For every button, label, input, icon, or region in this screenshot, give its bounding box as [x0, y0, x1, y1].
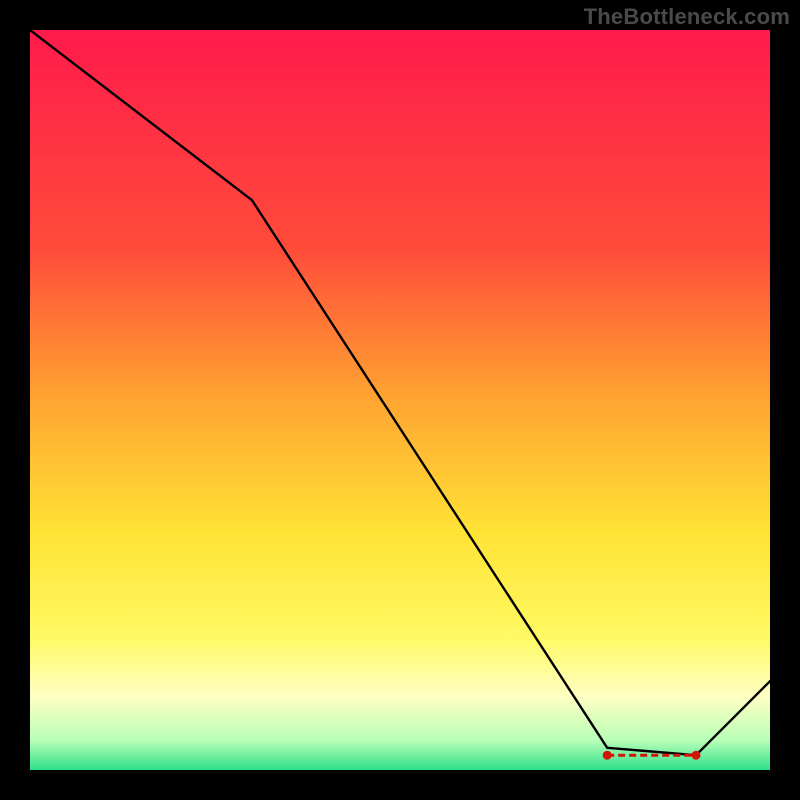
optimal-band-end-dot [692, 751, 701, 760]
line-chart [30, 30, 770, 770]
chart-frame: TheBottleneck.com [0, 0, 800, 800]
chart-background [30, 30, 770, 770]
plot-area [30, 30, 770, 770]
watermark-label: TheBottleneck.com [584, 4, 790, 30]
optimal-band-start-dot [603, 751, 612, 760]
